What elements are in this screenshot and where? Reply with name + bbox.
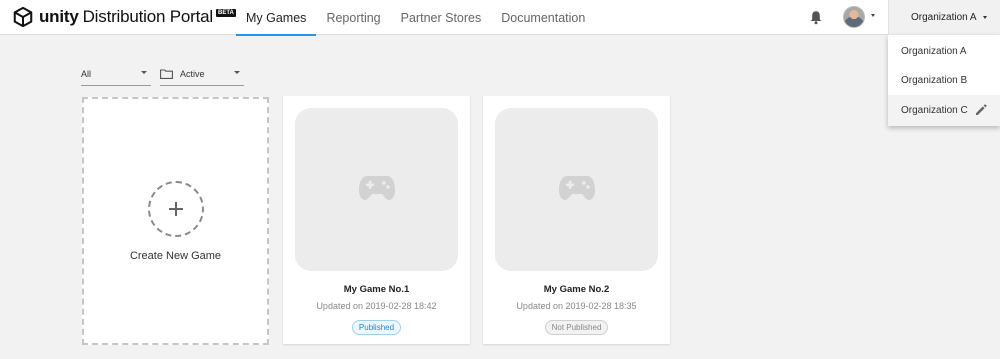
status-filter-select[interactable]: Active [160,63,244,86]
main-nav: My Games Reporting Partner Stores Docume… [236,0,595,36]
game-card[interactable]: My Game No.2 Updated on 2019-02-28 18:35… [483,96,670,344]
game-title[interactable]: My Game No.1 [283,284,470,295]
org-menu-item-label: Organization A [901,46,967,57]
org-menu-item-label: Organization B [901,75,968,86]
org-dropdown-menu: Organization A Organization B Organizati… [888,35,1000,126]
caret-down-icon [234,71,240,74]
game-updated-date: Updated on 2019-02-28 18:42 [316,301,437,311]
pencil-icon[interactable] [974,103,988,117]
status-badge: Published [351,320,402,335]
gamepad-icon [359,176,395,200]
platform-filter-select[interactable]: All [81,63,151,86]
tab-reporting[interactable]: Reporting [316,0,390,35]
game-thumbnail [295,108,458,271]
unity-logo-icon [13,6,33,28]
top-bar: unity Distribution Portal BETA My Games … [0,0,1000,36]
tab-documentation[interactable]: Documentation [491,0,595,35]
game-updated-date: Updated on 2019-02-28 18:35 [516,301,637,311]
brand-name: unity [39,7,79,26]
product-name: Distribution Portal [82,7,214,26]
org-selector-label: Organization A [911,12,977,23]
org-menu-item-label: Organization C [901,105,968,116]
org-menu-item-selected[interactable]: Organization C [888,95,1000,126]
game-thumbnail [495,108,658,271]
caret-down-icon [141,71,147,74]
tab-partner-stores[interactable]: Partner Stores [391,0,492,35]
beta-badge: BETA [215,9,236,17]
status-badge: Not Published [544,320,609,335]
unity-logo[interactable]: unity Distribution Portal BETA [12,6,236,28]
platform-filter-value: All [81,69,92,79]
plus-icon [148,181,204,237]
bell-icon[interactable] [809,10,823,25]
chevron-down-icon[interactable] [983,16,987,19]
org-menu-item[interactable]: Organization A [888,37,1000,66]
folder-icon [160,69,173,79]
create-new-game-card[interactable]: Create New Game [82,97,269,345]
status-filter-value: Active [180,69,205,79]
game-card[interactable]: My Game No.1 Updated on 2019-02-28 18:42… [283,96,470,344]
game-title[interactable]: My Game No.2 [483,284,670,295]
create-new-game-label: Create New Game [129,250,222,262]
tab-my-games[interactable]: My Games [236,0,317,36]
avatar[interactable] [843,6,865,28]
gamepad-icon [559,176,595,200]
org-menu-item[interactable]: Organization B [888,66,1000,95]
chevron-down-icon[interactable] [871,14,875,17]
